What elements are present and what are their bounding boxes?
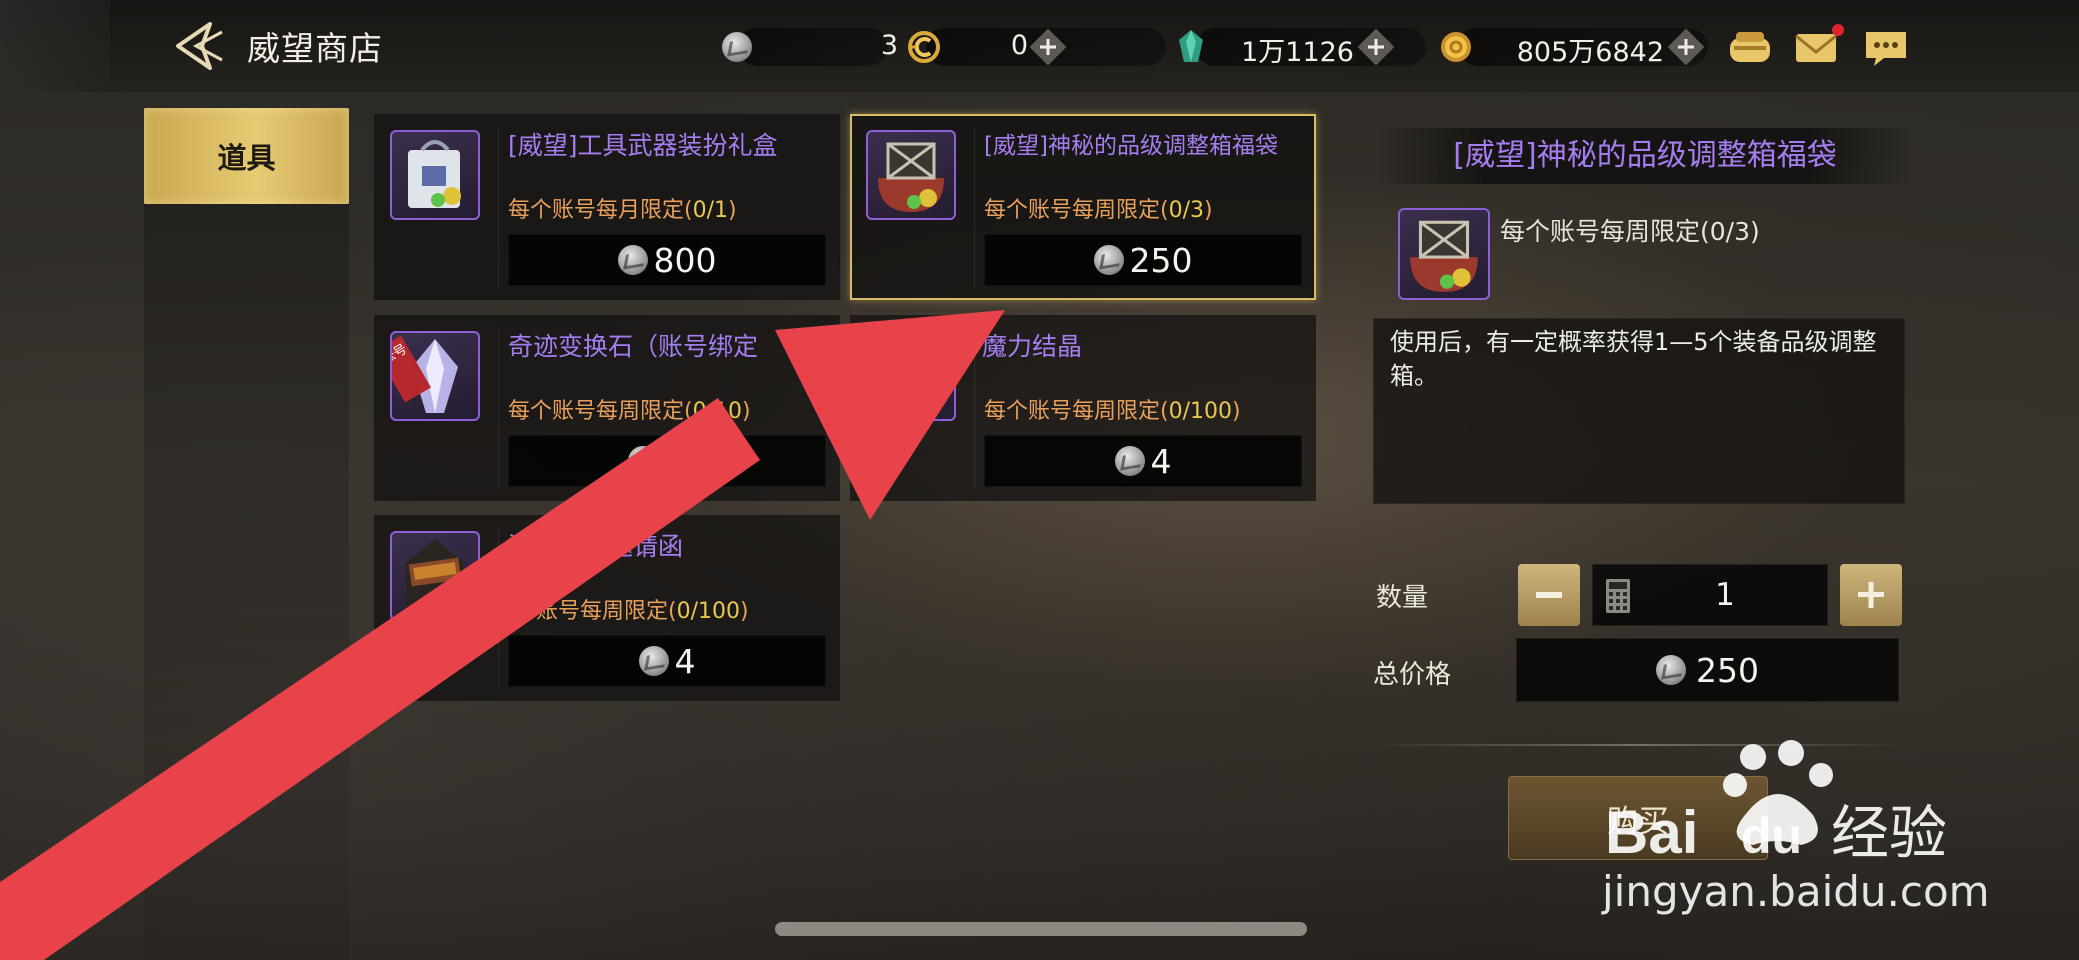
crystal-stone-icon: 账号 — [390, 331, 480, 421]
prestige-coin-icon — [628, 446, 658, 476]
page-title: 威望商店 — [247, 29, 383, 68]
prestige-coin-icon — [1093, 245, 1124, 275]
item-card[interactable]: 账号 奇迹变换石（账号绑定 每个账号每周限定(0/10) 36 — [374, 315, 840, 501]
decrease-quantity-button[interactable] — [1518, 564, 1580, 626]
tab-column — [144, 204, 349, 960]
wallet-icon[interactable] — [1726, 24, 1774, 70]
item-name: 深渊派对邀请函 — [508, 532, 684, 561]
gift-bag-icon — [390, 130, 480, 220]
currency-gold-c: 0 — [906, 26, 1166, 68]
card-divider — [498, 529, 499, 689]
item-limit: 每个账号每周限定(0/10) — [508, 399, 751, 424]
prestige-coin-icon — [722, 32, 752, 62]
item-name: 魔力结晶 — [982, 332, 1083, 361]
item-name: [威望]神秘的品级调整箱福袋 — [984, 133, 1278, 159]
back-button[interactable] — [170, 18, 230, 74]
card-divider — [974, 329, 975, 489]
currency-value: 1万1126 — [1241, 37, 1354, 68]
item-limit: 每个账号每周限定(0/100) — [984, 399, 1241, 424]
quantity-field[interactable]: 1 — [1592, 564, 1828, 626]
calculator-icon[interactable] — [1605, 578, 1631, 614]
item-card-selected[interactable]: [威望]神秘的品级调整箱福袋 每个账号每周限定(0/3) 250 — [850, 114, 1316, 300]
top-bar: 威望商店 3 0 1万1126 805万6842 — [0, 0, 2079, 92]
detail-limit: 每个账号每周限定(0/3) — [1500, 217, 1760, 246]
price-value: 36 — [664, 441, 706, 481]
green-crystal-icon — [1179, 30, 1203, 62]
prestige-coin-icon — [1656, 655, 1686, 685]
item-limit: 每个账号每周限定(0/3) — [984, 198, 1213, 223]
mail-notification-dot — [1832, 24, 1844, 36]
magic-crystal-icon — [866, 331, 956, 421]
item-card[interactable]: 深渊派对邀请函 账号每周限定(0/100) 4 — [374, 515, 840, 701]
total-price-value: 250 — [1696, 650, 1759, 690]
card-divider — [498, 128, 499, 288]
price-value: 4 — [1150, 441, 1172, 481]
price-value: 4 — [674, 641, 696, 681]
currency-crystal: 1万1126 — [1176, 26, 1426, 68]
home-indicator — [775, 922, 1307, 936]
description-box: 使用后，有一定概率获得1—5个装备品级调整箱。 — [1373, 318, 1905, 504]
buy-button[interactable]: 购买 — [1508, 776, 1768, 860]
currency-value: 805万6842 — [1516, 37, 1664, 68]
add-gold-button[interactable] — [1668, 29, 1704, 65]
chat-icon[interactable] — [1862, 24, 1910, 70]
quantity-value: 1 — [1715, 577, 1735, 613]
total-price-label: 总价格 — [1373, 660, 1452, 690]
prestige-coin-icon — [638, 646, 669, 676]
minus-icon — [1536, 592, 1562, 598]
mystery-box-icon — [1398, 208, 1490, 300]
mystery-box-icon — [866, 130, 956, 220]
card-divider — [974, 128, 975, 288]
card-divider — [498, 329, 499, 489]
corner-decoration — [0, 0, 110, 92]
price-value: 800 — [653, 240, 717, 280]
item-price: 36 — [508, 435, 826, 487]
abyss-invite-icon — [390, 531, 480, 621]
item-price: 250 — [984, 234, 1302, 286]
detail-title: [威望]神秘的品级调整箱福袋 — [1375, 128, 1915, 184]
tab-items[interactable]: 道具 — [144, 108, 349, 204]
description-text: 使用后，有一定概率获得1—5个装备品级调整箱。 — [1390, 328, 1877, 390]
gold-c-icon — [908, 31, 940, 63]
item-card[interactable]: 魔力结晶 每个账号每周限定(0/100) 4 — [850, 315, 1316, 501]
currency-value: 3 — [880, 30, 898, 61]
increase-quantity-button[interactable] — [1840, 564, 1902, 626]
total-price-box: 250 — [1516, 638, 1899, 702]
divider-line — [1367, 744, 1907, 746]
prestige-coin-icon — [1114, 446, 1145, 476]
item-limit: 每个账号每月限定(0/1) — [508, 198, 737, 223]
item-card[interactable]: [威望]工具武器装扮礼盒 每个账号每月限定(0/1) 800 — [374, 114, 840, 300]
back-arrow-icon — [176, 22, 223, 70]
item-price: 800 — [508, 234, 826, 286]
item-name: [威望]工具武器装扮礼盒 — [508, 131, 778, 160]
watermark-suffix: 经验 — [1831, 799, 1947, 867]
item-name: 奇迹变换石（账号绑定 — [508, 332, 759, 361]
currency-value: 0 — [1010, 30, 1028, 61]
gold-coin-icon — [1441, 32, 1471, 62]
item-price: 4 — [984, 435, 1302, 487]
item-limit: 账号每周限定(0/100) — [536, 599, 749, 624]
add-crystal-button[interactable] — [1358, 29, 1394, 65]
plus-icon — [1858, 582, 1884, 608]
currency-prestige: 3 — [720, 26, 898, 68]
watermark-url: jingyan.baidu.com — [1602, 867, 1990, 916]
prestige-coin-icon — [617, 245, 648, 275]
item-price: 4 — [508, 635, 826, 687]
quantity-label: 数量 — [1376, 583, 1429, 613]
price-value: 250 — [1129, 240, 1193, 280]
add-gold-c-button[interactable] — [1030, 29, 1066, 65]
currency-gold-coin: 805万6842 — [1438, 26, 1708, 68]
